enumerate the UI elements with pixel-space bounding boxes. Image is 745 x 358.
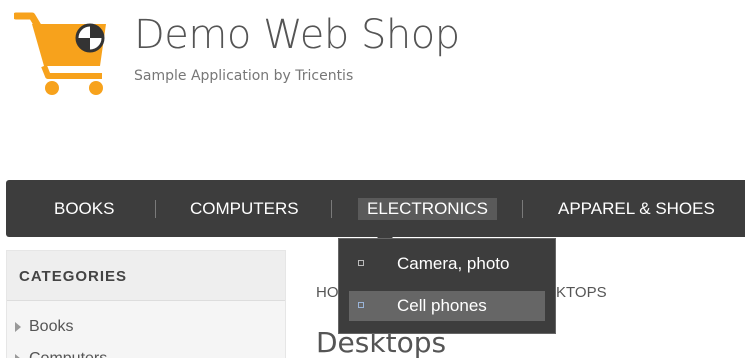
menu-item-apparel-shoes[interactable]: APPAREL & SHOES bbox=[558, 198, 715, 220]
square-bullet-icon bbox=[358, 302, 364, 308]
menu-item-electronics[interactable]: ELECTRONICS bbox=[358, 198, 497, 220]
dropdown-item-camera-photo[interactable]: Camera, photo bbox=[349, 249, 545, 279]
category-label: Books bbox=[29, 318, 74, 335]
category-label: Computers bbox=[29, 349, 107, 358]
dropdown-item-label: Camera, photo bbox=[397, 254, 510, 273]
menu-item-computers[interactable]: COMPUTERS bbox=[190, 198, 299, 220]
electronics-dropdown: Camera, photo Cell phones bbox=[338, 238, 556, 334]
square-bullet-icon bbox=[358, 260, 364, 266]
top-menu: BOOKS COMPUTERS ELECTRONICS APPAREL & SH… bbox=[6, 180, 745, 237]
breadcrumb-current: KTOPS bbox=[556, 284, 607, 301]
dropdown-item-cell-phones[interactable]: Cell phones bbox=[349, 291, 545, 321]
dropdown-pointer bbox=[377, 230, 393, 238]
shop-title: Demo Web Shop bbox=[134, 12, 460, 58]
caret-right-icon bbox=[15, 322, 21, 332]
categories-block: CATEGORIES Books Computers bbox=[6, 250, 286, 358]
menu-separator bbox=[331, 200, 332, 218]
dropdown-item-label: Cell phones bbox=[397, 296, 487, 315]
categories-header: CATEGORIES bbox=[7, 251, 285, 301]
breadcrumb[interactable]: HO bbox=[316, 284, 339, 301]
shop-subtitle: Sample Application by Tricentis bbox=[134, 68, 354, 84]
menu-item-books[interactable]: BOOKS bbox=[54, 198, 114, 220]
menu-separator bbox=[522, 200, 523, 218]
categories-title: CATEGORIES bbox=[19, 268, 128, 285]
shopping-cart-icon[interactable] bbox=[12, 12, 114, 96]
caret-right-icon bbox=[15, 354, 21, 358]
menu-separator bbox=[155, 200, 156, 218]
